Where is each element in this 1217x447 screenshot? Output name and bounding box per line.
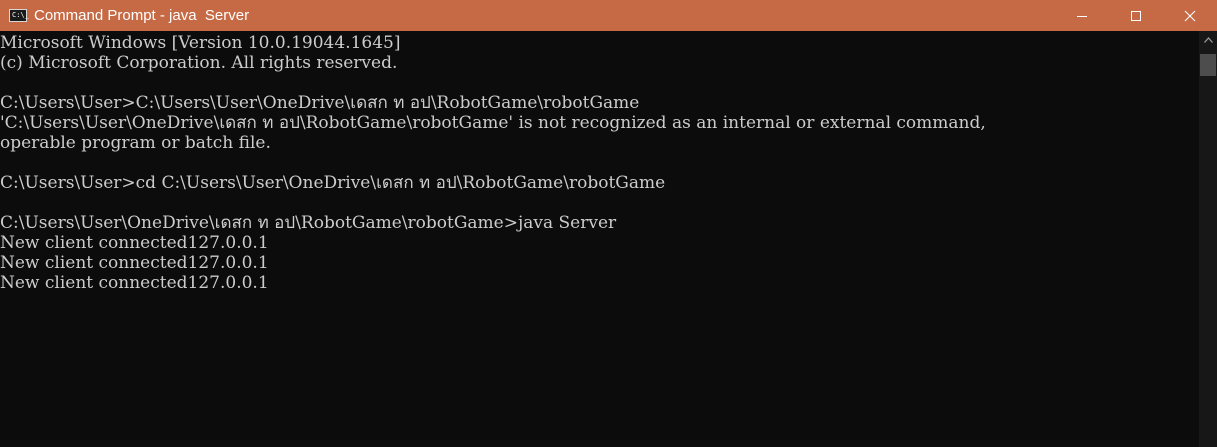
minimize-button[interactable] [1055,0,1109,31]
scroll-up-button[interactable] [1199,31,1217,49]
window-controls [1055,0,1217,31]
console-line: New client connected127.0.0.1 [0,233,269,253]
maximize-icon [1131,10,1141,21]
app-icon-glyph: C:\_ [12,11,29,19]
console-line: Microsoft Windows [Version 10.0.19044.16… [0,33,401,53]
console-line: New client connected127.0.0.1 [0,273,269,293]
console-line: C:\Users\User\OneDrive\เดสก ท อป\RobotGa… [0,213,617,233]
command-prompt-icon[interactable]: C:\_ [9,9,29,22]
console-output[interactable]: Microsoft Windows [Version 10.0.19044.16… [0,31,1199,447]
minimize-icon [1077,15,1087,17]
command-prompt-window: C:\_ Command Prompt - java Server Micros… [0,0,1217,447]
scroll-thumb[interactable] [1200,54,1216,76]
window-title: Command Prompt - java Server [34,7,250,24]
title-bar[interactable]: C:\_ Command Prompt - java Server [0,0,1217,31]
console-line: operable program or batch file. [0,133,271,153]
maximize-button[interactable] [1109,0,1163,31]
console-line: C:\Users\User>cd C:\Users\User\OneDrive\… [0,173,666,193]
close-button[interactable] [1163,0,1217,31]
chevron-up-icon [1203,37,1213,43]
console-line: (c) Microsoft Corporation. All rights re… [0,53,398,73]
console-line: C:\Users\User>C:\Users\User\OneDrive\เดส… [0,93,640,113]
console-line: New client connected127.0.0.1 [0,253,269,273]
console-line: 'C:\Users\User\OneDrive\เดสก ท อป\RobotG… [0,113,986,133]
close-icon [1184,10,1196,21]
vertical-scrollbar[interactable] [1199,31,1217,447]
